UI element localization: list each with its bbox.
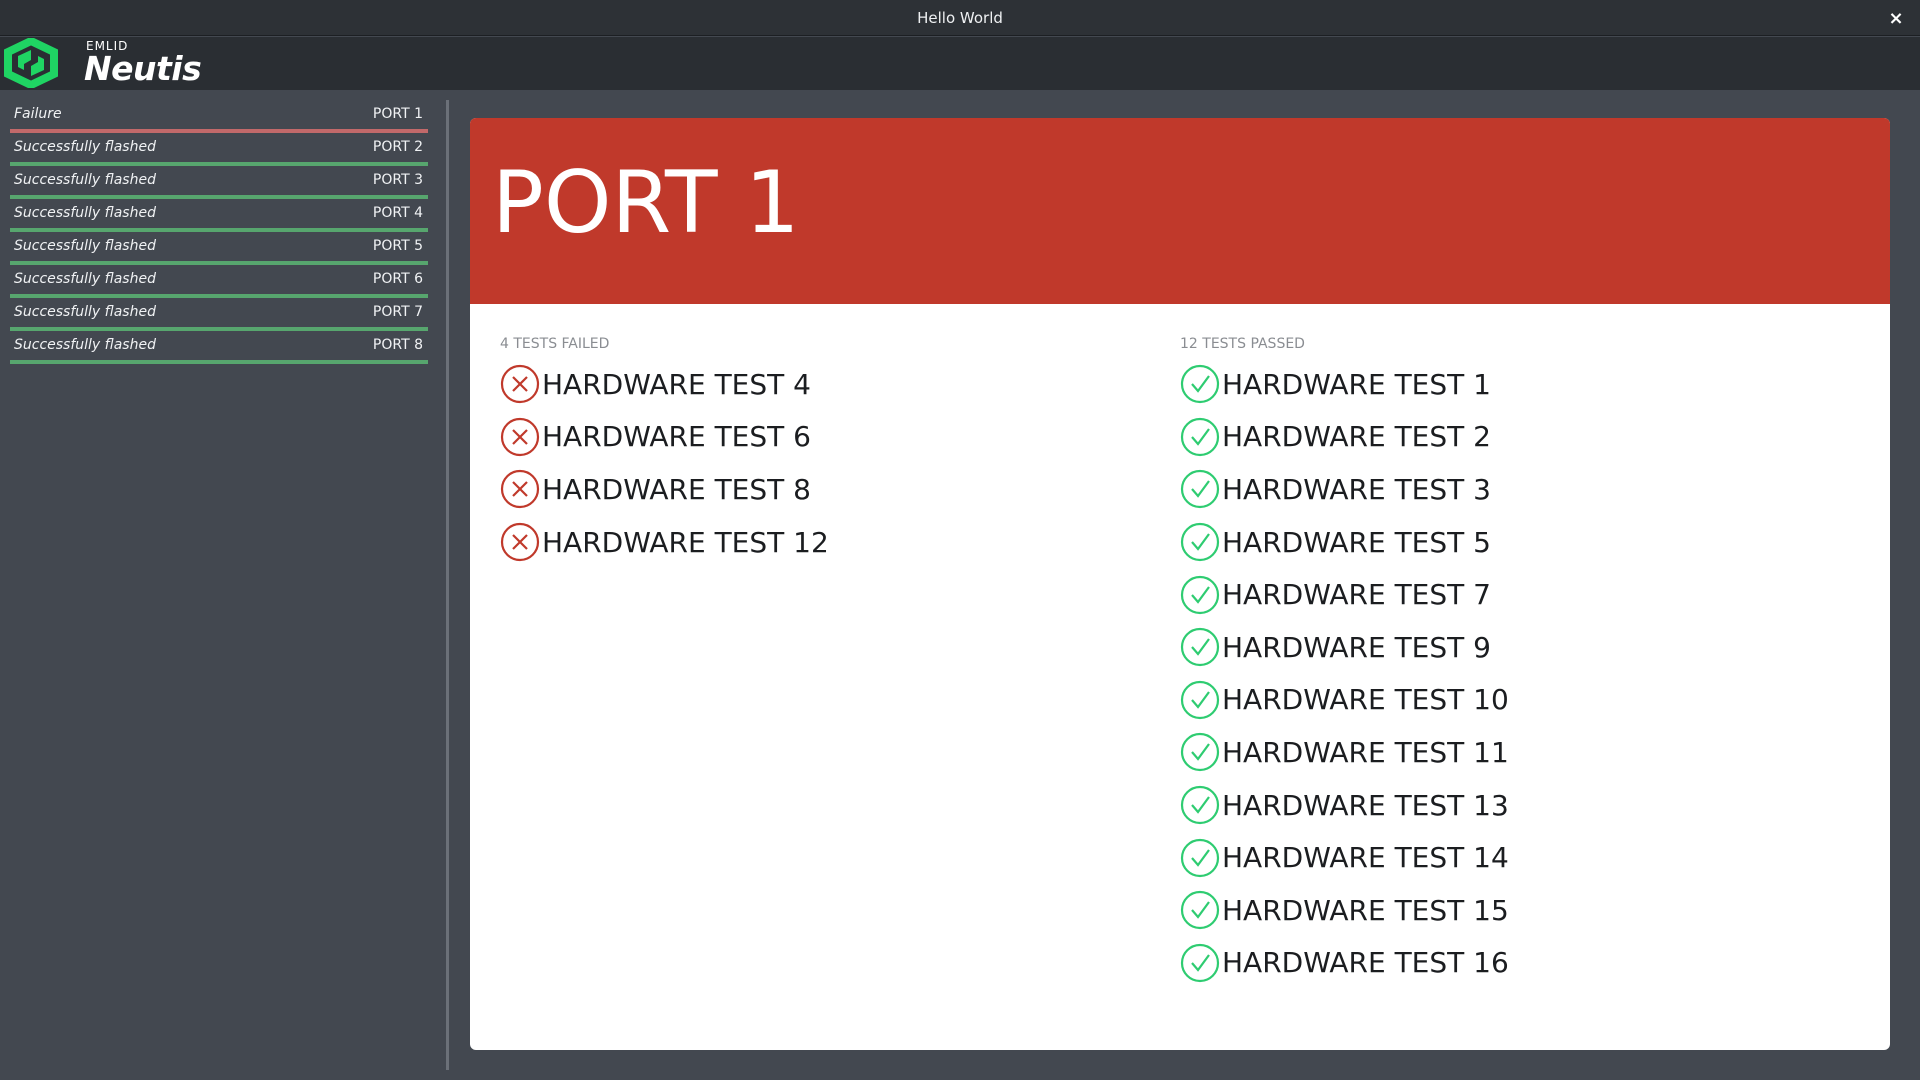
close-icon[interactable]: × — [1884, 6, 1908, 30]
port-label: PORT 3 — [372, 172, 423, 188]
passed-test-row: HARDWARE TEST 16 — [1180, 937, 1509, 990]
check-icon — [1180, 943, 1220, 982]
port-label: PORT 5 — [372, 238, 423, 254]
test-name: HARDWARE TEST 1 — [1222, 367, 1491, 401]
port-status: Successfully flashed — [14, 205, 156, 221]
port-status: Successfully flashed — [14, 139, 156, 155]
passed-test-row: HARDWARE TEST 2 — [1180, 411, 1509, 464]
check-icon — [1180, 785, 1220, 825]
check-icon — [1180, 680, 1220, 719]
failed-test-row: HARDWARE TEST 6 — [500, 411, 829, 464]
port-status: Successfully flashed — [14, 271, 156, 287]
port-status-bar — [10, 360, 428, 364]
test-name: HARDWARE TEST 5 — [1222, 525, 1491, 559]
passed-test-row: HARDWARE TEST 9 — [1180, 621, 1509, 674]
sidebar-divider[interactable] — [446, 100, 449, 1070]
port-status: Successfully flashed — [14, 304, 156, 320]
check-icon — [1180, 470, 1220, 509]
port-sidebar: Failure PORT 1 Successfully flashed PORT… — [0, 90, 446, 1080]
failed-test-row: HARDWARE TEST 12 — [500, 516, 829, 569]
check-icon — [1180, 891, 1220, 930]
test-name: HARDWARE TEST 11 — [1222, 735, 1509, 769]
window-titlebar: Hello World × — [0, 0, 1920, 36]
test-name: HARDWARE TEST 15 — [1222, 893, 1509, 927]
check-icon — [1180, 522, 1220, 562]
test-name: HARDWARE TEST 9 — [1222, 630, 1491, 664]
passed-tests-heading: 12 TESTS PASSED — [1180, 336, 1305, 352]
port-header: PORT 1 — [470, 118, 1890, 304]
passed-tests-list: HARDWARE TEST 1 HARDWARE TEST 2 HARDWARE… — [1180, 358, 1509, 989]
port-label: PORT 7 — [372, 304, 423, 320]
fail-icon — [500, 365, 540, 404]
page-title: PORT 1 — [492, 153, 800, 253]
passed-test-row: HARDWARE TEST 3 — [1180, 463, 1509, 516]
failed-test-row: HARDWARE TEST 4 — [500, 358, 829, 411]
passed-test-row: HARDWARE TEST 14 — [1180, 831, 1509, 884]
port-label: PORT 6 — [372, 271, 423, 287]
test-name: HARDWARE TEST 14 — [1222, 841, 1509, 875]
passed-tests-column: 12 TESTS PASSED HARDWARE TEST 1 HARDWARE… — [1180, 336, 1509, 989]
test-name: HARDWARE TEST 12 — [542, 525, 829, 559]
passed-test-row: HARDWARE TEST 7 — [1180, 568, 1509, 621]
test-name: HARDWARE TEST 7 — [1222, 578, 1491, 612]
test-name: HARDWARE TEST 4 — [542, 367, 811, 401]
port-label: PORT 4 — [372, 205, 423, 221]
port-detail-card: PORT 1 4 TESTS FAILED HARDWARE TEST 4 HA… — [470, 118, 1890, 1050]
port-status: Failure — [14, 106, 62, 122]
fail-icon — [500, 522, 540, 562]
failed-test-row: HARDWARE TEST 8 — [500, 463, 829, 516]
port-label: PORT 1 — [372, 106, 423, 122]
sidebar-item-port-5[interactable]: Successfully flashed PORT 5 — [10, 232, 428, 265]
fail-icon — [500, 417, 540, 456]
passed-test-row: HARDWARE TEST 1 — [1180, 358, 1509, 411]
check-icon — [1180, 838, 1220, 877]
sidebar-item-port-8[interactable]: Successfully flashed PORT 8 — [10, 331, 428, 364]
failed-tests-list: HARDWARE TEST 4 HARDWARE TEST 6 HARDWARE… — [500, 358, 829, 568]
test-name: HARDWARE TEST 10 — [1222, 683, 1509, 717]
sidebar-item-port-7[interactable]: Successfully flashed PORT 7 — [10, 298, 428, 331]
check-icon — [1180, 417, 1220, 456]
window-title: Hello World — [917, 8, 1003, 27]
neutis-logo-icon — [4, 38, 58, 88]
passed-test-row: HARDWARE TEST 5 — [1180, 516, 1509, 569]
port-status: Successfully flashed — [14, 238, 156, 254]
logo-brand-large: Neutis — [84, 49, 202, 88]
passed-test-row: HARDWARE TEST 13 — [1180, 779, 1509, 832]
sidebar-item-port-1[interactable]: Failure PORT 1 — [10, 100, 428, 133]
port-label: PORT 2 — [372, 139, 423, 155]
sidebar-item-port-4[interactable]: Successfully flashed PORT 4 — [10, 199, 428, 232]
check-icon — [1180, 365, 1220, 404]
fail-icon — [500, 470, 540, 509]
passed-test-row: HARDWARE TEST 11 — [1180, 726, 1509, 779]
test-name: HARDWARE TEST 2 — [1222, 420, 1491, 454]
test-name: HARDWARE TEST 8 — [542, 472, 811, 506]
port-status: Successfully flashed — [14, 172, 156, 188]
port-label: PORT 8 — [372, 337, 423, 353]
test-name: HARDWARE TEST 16 — [1222, 946, 1509, 980]
test-name: HARDWARE TEST 6 — [542, 420, 811, 454]
sidebar-item-port-2[interactable]: Successfully flashed PORT 2 — [10, 133, 428, 166]
port-status: Successfully flashed — [14, 337, 156, 353]
sidebar-item-port-3[interactable]: Successfully flashed PORT 3 — [10, 166, 428, 199]
check-icon — [1180, 628, 1220, 667]
test-name: HARDWARE TEST 3 — [1222, 472, 1491, 506]
passed-test-row: HARDWARE TEST 10 — [1180, 674, 1509, 727]
check-icon — [1180, 733, 1220, 772]
passed-test-row: HARDWARE TEST 15 — [1180, 884, 1509, 937]
failed-tests-heading: 4 TESTS FAILED — [500, 336, 610, 352]
test-name: HARDWARE TEST 13 — [1222, 788, 1509, 822]
sidebar-item-port-6[interactable]: Successfully flashed PORT 6 — [10, 265, 428, 298]
app-header: EMLID Neutis — [0, 37, 1920, 90]
failed-tests-column: 4 TESTS FAILED HARDWARE TEST 4 HARDWARE … — [500, 336, 829, 568]
check-icon — [1180, 575, 1220, 614]
